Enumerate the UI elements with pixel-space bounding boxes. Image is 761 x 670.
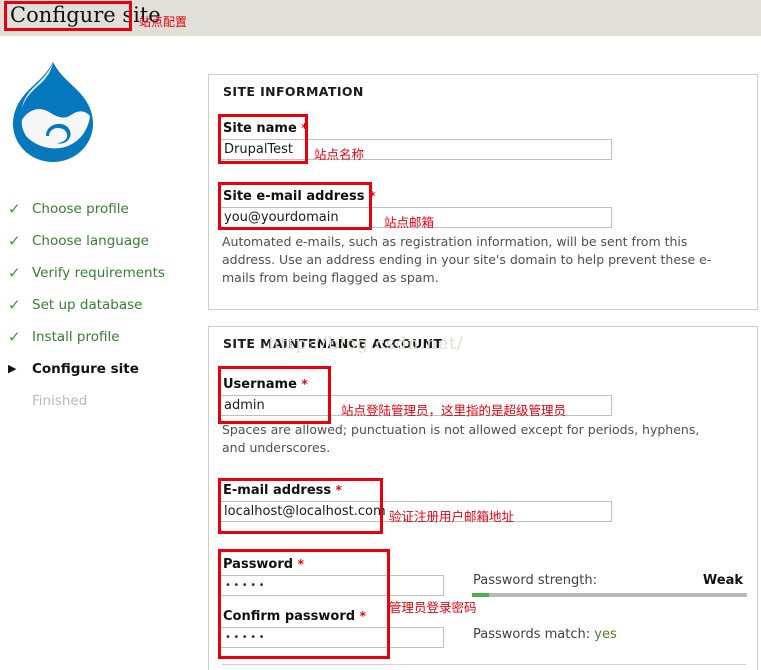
passwords-match-label: Passwords match: (473, 627, 590, 642)
passwords-match-value: yes (594, 627, 616, 642)
bottom-divider (222, 664, 746, 665)
step-mark-icon (8, 385, 26, 417)
annotation-text-password: 管理员登录密码 (389, 597, 477, 616)
username-help-text: Spaces are allowed; punctuation is not a… (222, 421, 722, 457)
required-marker: * (360, 609, 366, 623)
required-marker: * (301, 121, 307, 135)
confirm-password-label: Confirm password * (223, 609, 366, 624)
password-label: Password * (223, 557, 304, 572)
confirm-password-input[interactable]: ••••• (220, 627, 444, 648)
step-label: Choose profile (32, 201, 129, 217)
sidebar-item-verify-requirements: ✓ Verify requirements (8, 257, 188, 289)
site-maintenance-account-fieldset: SITE MAINTENANCE ACCOUNT Username * 站点登陆… (208, 326, 758, 670)
check-icon: ✓ (8, 321, 26, 353)
check-icon: ✓ (8, 193, 26, 225)
sidebar-item-choose-profile: ✓ Choose profile (8, 193, 188, 225)
required-marker: * (301, 377, 307, 391)
step-label: Verify requirements (32, 265, 165, 281)
required-marker: * (369, 189, 375, 203)
annotation-box-page-title (4, 1, 132, 31)
check-icon: ✓ (8, 257, 26, 289)
password-strength-bar (472, 593, 747, 597)
sidebar-item-finished: Finished (8, 385, 188, 417)
step-label: Configure site (32, 361, 139, 377)
password-input[interactable]: ••••• (220, 575, 444, 596)
annotation-text-page-title: 站点配置 (139, 13, 187, 30)
step-label: Finished (32, 393, 87, 409)
site-email-label: Site e-mail address * (223, 189, 375, 204)
annotation-text-account-email: 验证注册用户邮箱地址 (389, 506, 514, 525)
passwords-match-status: Passwords match: yes (473, 627, 617, 642)
annotation-text-site-name: 站点名称 (314, 144, 364, 163)
password-strength-bar-fill (472, 593, 489, 597)
site-information-fieldset: SITE INFORMATION Site name * 站点名称 Site e… (208, 74, 758, 310)
check-icon: ✓ (8, 289, 26, 321)
sidebar-item-set-up-database: ✓ Set up database (8, 289, 188, 321)
annotation-text-site-email: 站点邮箱 (384, 212, 434, 231)
sidebar-item-install-profile: ✓ Install profile (8, 321, 188, 353)
sidebar-item-configure-site: ▶ Configure site (8, 353, 188, 385)
site-name-input[interactable] (220, 139, 612, 160)
watermark-text: http://blog.csdn.net/ (268, 334, 464, 354)
required-marker: * (336, 483, 342, 497)
username-label: Username * (223, 377, 308, 392)
caret-right-icon: ▶ (8, 353, 26, 385)
step-label: Install profile (32, 329, 120, 345)
install-steps-list: ✓ Choose profile ✓ Choose language ✓ Ver… (8, 193, 188, 417)
site-information-legend: SITE INFORMATION (223, 84, 364, 99)
sidebar-item-choose-language: ✓ Choose language (8, 225, 188, 257)
step-label: Choose language (32, 233, 149, 249)
check-icon: ✓ (8, 225, 26, 257)
password-strength-label: Password strength: (473, 573, 597, 588)
account-email-label: E-mail address * (223, 483, 342, 498)
annotation-text-username: 站点登陆管理员，这里指的是超级管理员 (341, 400, 566, 419)
required-marker: * (298, 557, 304, 571)
password-strength-value: Weak (703, 573, 743, 588)
drupal-droplet-icon (8, 58, 98, 168)
site-email-help-text: Automated e-mails, such as registration … (222, 233, 740, 287)
site-name-label: Site name * (223, 121, 308, 136)
drupal-install-configure-site-page: Configure site 站点配置 ✓ Choose profile ✓ C… (0, 0, 761, 670)
step-label: Set up database (32, 297, 142, 313)
